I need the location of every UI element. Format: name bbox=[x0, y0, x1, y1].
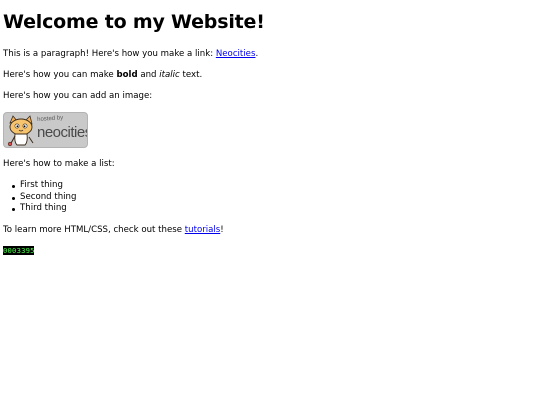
page-content: Welcome to my Website! This is a paragra… bbox=[3, 0, 540, 405]
bullet-list: First thing Second thing Third thing bbox=[12, 180, 77, 216]
badge-hosted-text: hosted by bbox=[37, 115, 64, 123]
paragraph-learn: To learn more HTML/CSS, check out these … bbox=[3, 225, 224, 236]
paragraph-text: Here's how you can make bbox=[3, 70, 117, 80]
paragraph-format: Here's how you can make bold and italic … bbox=[3, 70, 203, 81]
italic-text: italic bbox=[159, 70, 180, 80]
bullet-icon bbox=[12, 208, 15, 211]
paragraph-text-end: ! bbox=[220, 225, 224, 235]
badge-brand-text: neocities bbox=[37, 124, 88, 141]
list-item-text: Third thing bbox=[20, 203, 67, 213]
neocities-cat-icon bbox=[7, 115, 34, 147]
bullet-icon bbox=[12, 185, 15, 188]
hosted-by-neocities-badge[interactable]: hosted by neocities bbox=[3, 112, 88, 148]
neocities-link[interactable]: Neocities bbox=[216, 49, 256, 59]
paragraph-text-middle: and bbox=[137, 70, 160, 80]
hit-counter: 0003395 bbox=[3, 246, 34, 255]
tutorials-link[interactable]: tutorials bbox=[185, 225, 221, 235]
bullet-icon bbox=[12, 196, 15, 200]
paragraph-text: This is a paragraph! Here's how you make… bbox=[3, 49, 216, 59]
list-item-text: First thing bbox=[20, 180, 63, 190]
list-item: Third thing bbox=[12, 203, 76, 216]
paragraph-list-intro: Here's how to make a list: bbox=[3, 159, 115, 169]
paragraph-text: To learn more HTML/CSS, check out these bbox=[3, 225, 185, 235]
list-item-text: Second thing bbox=[20, 191, 77, 202]
bold-text: bold bbox=[116, 70, 138, 80]
paragraph-image: Here's how you can add an image: bbox=[3, 91, 153, 101]
paragraph-text-end: . bbox=[255, 49, 259, 59]
paragraph-link: This is a paragraph! Here's how you make… bbox=[3, 49, 259, 60]
page-title: Welcome to my Website! bbox=[3, 11, 265, 33]
paragraph-text-end: text. bbox=[179, 70, 203, 80]
